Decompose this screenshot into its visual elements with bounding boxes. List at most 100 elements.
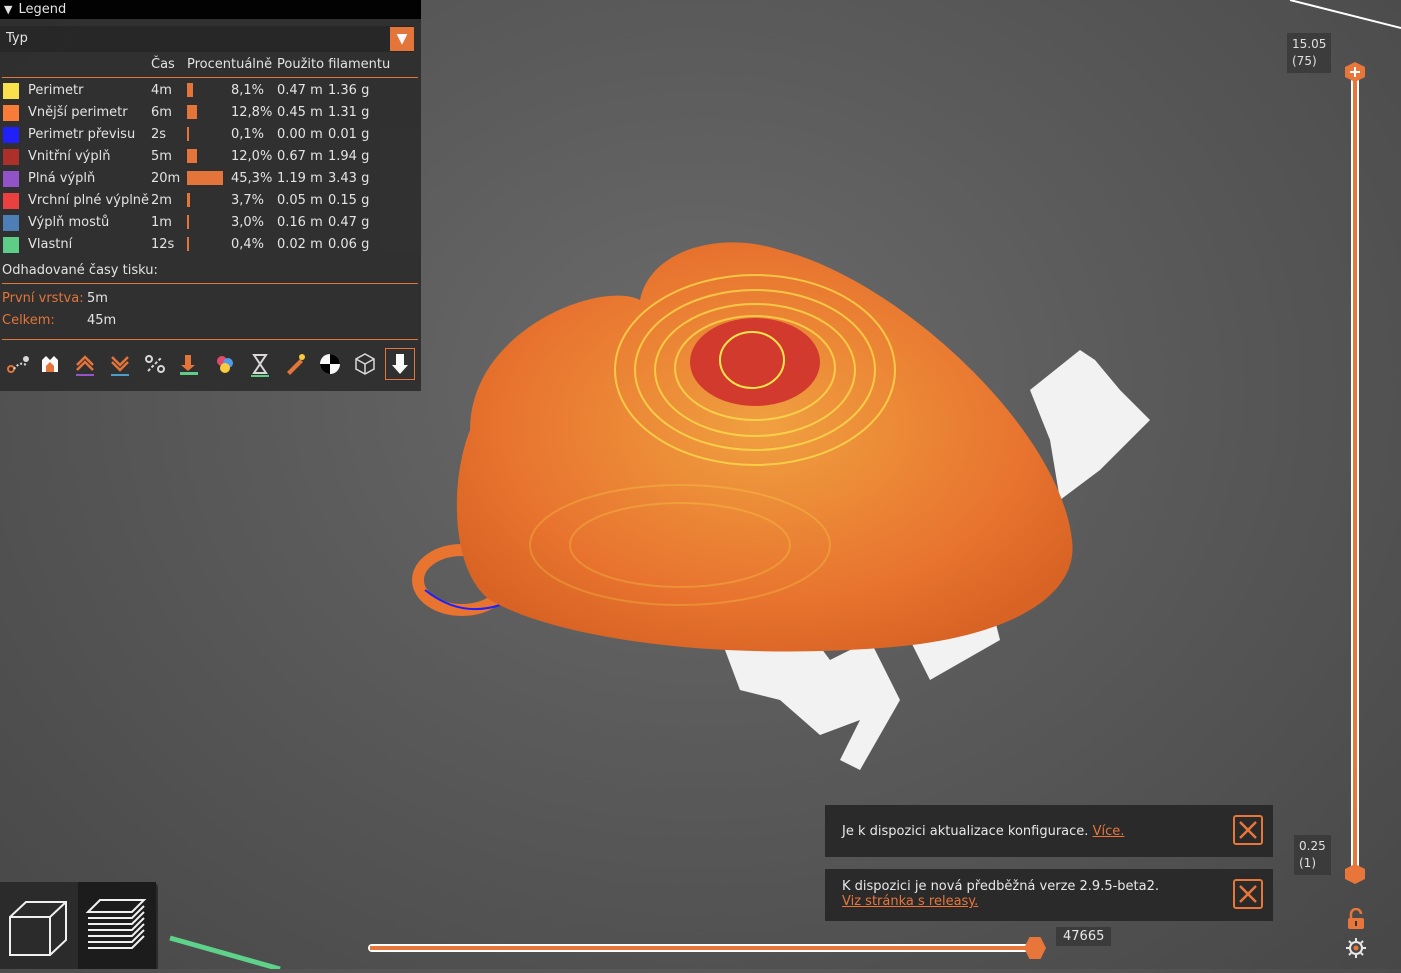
legend-row: Vnitřní výplň 5m 12,0% 0.67 m 1.94 g [0,146,418,168]
header-filament: Použito filamentu [277,57,391,72]
toolbar-divider [2,339,418,340]
feature-percent: 3,0% [231,215,265,230]
feature-length: 0.16 m [277,215,323,230]
layers-stack-icon [85,899,147,949]
settings-cog-icon[interactable] [1345,937,1367,959]
color-swatch [3,127,19,143]
tool-marker-icon[interactable] [385,348,415,380]
legend-row: Plná výplň 20m 45,3% 1.19 m 3.43 g [0,168,418,190]
feature-weight: 1.31 g [328,105,370,120]
feature-weight: 3.43 g [328,171,370,186]
top-solid-infill [690,318,820,406]
feature-name: Plná výplň [28,171,96,186]
percent-bar [187,105,197,119]
legend-row: Vnější perimetr 6m 12,8% 0.45 m 1.31 g [0,102,418,124]
layers-bottom-number: (1) [1299,856,1316,870]
unlock-icon[interactable] [1345,908,1367,930]
layers-slider-track[interactable] [1351,73,1359,873]
feature-weight: 0.47 g [328,215,370,230]
legend-header[interactable]: ▼ Legend [0,0,421,19]
notification-message: K dispozici je nová předběžná verze 2.9.… [842,879,1160,894]
feature-weight: 1.36 g [328,83,370,98]
axis-line [169,935,281,969]
header-percent: Procentuálně [187,57,273,72]
feature-percent: 12,0% [231,149,273,164]
color-swatch [3,237,19,253]
close-icon [1239,885,1257,903]
deretractions-icon[interactable] [69,348,101,380]
view-toggle-bar [0,882,158,969]
shells-icon[interactable] [349,348,381,380]
legend-row: Vrchní plné výplně 2m 3,7% 0.05 m 0.15 g [0,190,418,212]
notification-message: Je k dispozici aktualizace konfigurace. [842,824,1089,839]
3d-preview-viewport[interactable]: ▼ Legend Typ ▼ Čas Procentuálně Použito … [0,0,1401,969]
feature-time: 2s [151,127,167,142]
estimate-divider [2,283,418,284]
feature-length: 0.05 m [277,193,323,208]
feature-name: Perimetr [28,83,84,98]
feature-name: Perimetr převisu [28,127,136,142]
percent-bar [187,215,189,229]
feature-length: 0.00 m [277,127,323,142]
color-swatch [3,83,19,99]
feature-time: 20m [151,171,181,186]
tool-changes-icon[interactable] [104,348,136,380]
feature-length: 0.67 m [277,149,323,164]
feature-percent: 8,1% [231,83,265,98]
feature-weight: 1.94 g [328,149,370,164]
feature-name: Vnitřní výplň [28,149,111,164]
moves-slider-thumb[interactable] [1024,937,1046,959]
close-notification-button[interactable] [1233,879,1263,909]
preview-layers-button[interactable] [78,882,156,969]
notification-more-link[interactable]: Více. [1093,824,1125,839]
model-loop [412,544,512,616]
legend-row: Perimetr 4m 8,1% 0.47 m 1.36 g [0,80,418,102]
header-divider [2,77,418,78]
center-of-gravity-icon[interactable] [314,348,346,380]
color-changes-icon[interactable] [139,348,171,380]
layers-bottom-label: 0.25 (1) [1294,835,1331,875]
view-type-combo[interactable]: Typ ▼ [0,26,414,52]
view-type-value: Typ [6,31,28,46]
notification-new-version: K dispozici je nová předběžná verze 2.9.… [825,869,1273,921]
legend-row: Výplň mostů 1m 3,0% 0.16 m 0.47 g [0,212,418,234]
total-value: 45m [87,313,117,328]
layers-slider-bottom-thumb[interactable] [1345,864,1365,884]
close-notification-button[interactable] [1233,815,1263,845]
feature-time: 1m [151,215,172,230]
travel-icon[interactable] [1,348,33,380]
layers-top-height: 15.05 [1292,37,1327,51]
legend-toolbar [0,346,421,384]
time-icon[interactable] [244,348,276,380]
notification-releases-link[interactable]: Viz stránka s releasy. [842,894,1159,909]
bed-texture-shape [725,350,1150,770]
feature-percent: 0,4% [231,237,265,252]
pause-icon[interactable] [174,348,206,380]
feature-time: 4m [151,83,172,98]
feature-percent: 12,8% [231,105,273,120]
seams-icon[interactable] [279,348,311,380]
total-label: Celkem: [2,313,55,328]
percent-bar [187,193,190,207]
collapse-triangle-icon[interactable]: ▼ [4,3,12,16]
retractions-icon[interactable] [34,348,66,380]
feature-name: Výplň mostů [28,215,110,230]
3d-view-button[interactable] [0,882,78,969]
combo-dropdown-arrow-icon[interactable]: ▼ [390,27,414,51]
moves-slider-track[interactable] [368,944,1040,952]
first-layer-label: První vrstva: [2,291,84,306]
feature-percent: 45,3% [231,171,273,186]
first-layer-value: 5m [87,291,108,306]
close-icon [1239,821,1257,839]
add-color-change-icon[interactable] [1349,66,1361,78]
feature-weight: 0.01 g [328,127,370,142]
custom-gcode-icon[interactable] [209,348,241,380]
feature-weight: 0.15 g [328,193,370,208]
feature-time: 6m [151,105,172,120]
percent-bar [187,237,189,251]
notification-config-update: Je k dispozici aktualizace konfigurace. … [825,805,1273,857]
feature-length: 0.45 m [277,105,323,120]
color-swatch [3,149,19,165]
notification-text: Je k dispozici aktualizace konfigurace. … [842,824,1124,839]
layers-top-label: 15.05 (75) [1287,33,1332,73]
